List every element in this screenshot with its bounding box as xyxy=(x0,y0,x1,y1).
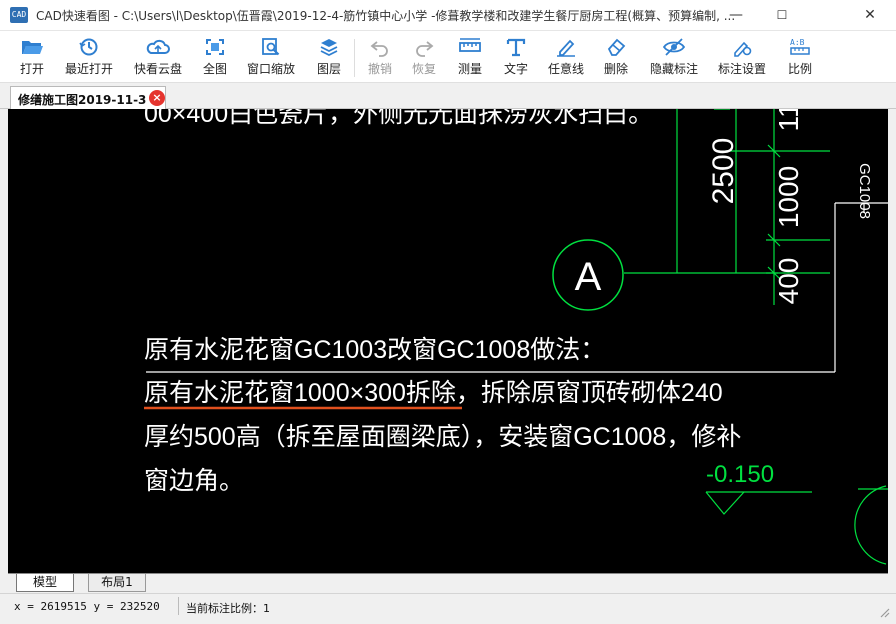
toolbar-label: 打开 xyxy=(19,62,44,76)
redo-icon xyxy=(416,41,434,57)
annotation-scale-status: 当前标注比例：1 xyxy=(186,602,270,615)
fit-view-button[interactable]: 全图 xyxy=(196,33,234,81)
toolbar-label: 快看云盘 xyxy=(133,62,182,76)
layers-icon xyxy=(320,39,338,57)
measure-button[interactable]: 测量 xyxy=(452,33,488,81)
toolbar-label: 删除 xyxy=(603,62,628,76)
window-title: CAD快速看图 - C:\Users\l\Desktop\伍晋霞\2019-12… xyxy=(36,9,736,23)
toolbar-label: 撤销 xyxy=(367,62,392,76)
window-tag-label: GC1008 xyxy=(856,163,873,219)
redo-button[interactable]: 恢复 xyxy=(406,33,442,81)
toolbar-label: 任意线 xyxy=(547,62,584,76)
folder-open-icon xyxy=(22,41,43,54)
close-tab-icon[interactable]: × xyxy=(149,90,165,106)
toolbar-label: 最近打开 xyxy=(64,62,113,76)
toolbar-label: 测量 xyxy=(457,62,482,76)
toolbar-label: 隐藏标注 xyxy=(649,62,698,76)
maximize-button[interactable]: ☐ xyxy=(759,0,805,31)
toolbar-label: 窗口缩放 xyxy=(246,62,295,76)
status-separator xyxy=(178,597,179,615)
document-tab-bar: 修缮施工图2019-11-3 × xyxy=(0,83,896,109)
undo-button[interactable]: 撤销 xyxy=(362,33,398,81)
annotation-settings-button[interactable]: 标注设置 xyxy=(714,33,770,81)
axis-label-a: A xyxy=(575,255,602,299)
tab-model[interactable]: 模型 xyxy=(16,574,74,592)
top-note-text: 00×400白色瓷片，外侧光光面抹涝灰水扫白。 xyxy=(144,109,653,128)
note-line-3: 厚约500高（拆至屋面圈梁底），安装窗GC1008，修补 xyxy=(144,423,741,451)
dimension-2500: 2500 xyxy=(707,138,740,205)
document-tab-label: 修缮施工图2019-11-3 xyxy=(18,93,147,107)
toolbar-label: 文字 xyxy=(503,62,528,76)
toolbar-label: 标注设置 xyxy=(717,62,766,76)
text-icon xyxy=(506,38,526,57)
close-window-button[interactable]: ✕ xyxy=(847,0,893,31)
toolbar-label: 图层 xyxy=(316,62,341,76)
zoom-window-icon xyxy=(262,38,280,56)
tab-layout1[interactable]: 布局1 xyxy=(88,574,146,592)
resize-grip-icon[interactable] xyxy=(878,606,890,618)
text-button[interactable]: 文字 xyxy=(498,33,534,81)
cursor-coordinates: x = 2619515 y = 232520 xyxy=(14,600,160,613)
title-bar: CAD CAD快速看图 - C:\Users\l\Desktop\伍晋霞\201… xyxy=(0,0,896,31)
toolbar-label: 全图 xyxy=(202,62,227,76)
toolbar: 学 打开 最近打开 快看云盘 全图 窗口缩放 图层 撤销 恢复 测量 文字 xyxy=(0,31,896,106)
freeline-button[interactable]: 任意线 xyxy=(544,33,588,81)
svg-text:A:B: A:B xyxy=(790,38,805,47)
cloud-disk-button[interactable]: 快看云盘 xyxy=(130,33,186,81)
hide-annotation-button[interactable]: 隐藏标注 xyxy=(646,33,702,81)
toolbar-label: 比例 xyxy=(787,62,812,76)
right-scrollbar[interactable] xyxy=(888,109,896,593)
status-bar: x = 2619515 y = 232520 当前标注比例：1 xyxy=(0,593,896,624)
note-line-2: 原有水泥花窗1000×300拆除，拆除原窗顶砖砌体240 xyxy=(144,379,723,407)
elevation-label: -0.150 xyxy=(706,461,774,488)
note-line-1: 原有水泥花窗GC1003改窗GC1008做法： xyxy=(144,336,605,364)
recent-clock-icon xyxy=(79,38,98,56)
undo-icon xyxy=(370,41,388,57)
dimension-400: 400 xyxy=(773,258,804,305)
layers-button[interactable]: 图层 xyxy=(310,33,348,81)
toolbar-label: 恢复 xyxy=(411,62,436,76)
minimize-button[interactable]: — xyxy=(713,0,759,31)
pen-icon xyxy=(557,39,575,57)
scale-ratio-icon: A:B xyxy=(790,38,810,55)
app-logo-icon: CAD xyxy=(10,7,28,23)
note-line-4: 窗边角。 xyxy=(144,467,244,495)
cad-drawing[interactable]: 00×400白色瓷片，外侧光光面抹涝灰水扫白。 原有水泥花窗GC1003改窗GC… xyxy=(8,109,888,573)
recent-open-button[interactable]: 最近打开 xyxy=(60,33,118,81)
dimension-1000: 1000 xyxy=(773,166,804,228)
layout-tab-bar: 模型 布局1 xyxy=(8,573,888,593)
eraser-icon xyxy=(607,38,626,56)
drawing-canvas[interactable]: 00×400白色瓷片，外侧光光面抹涝灰水扫白。 原有水泥花窗GC1003改窗GC… xyxy=(8,109,888,573)
left-gutter xyxy=(0,109,8,593)
cloud-icon xyxy=(146,39,170,54)
scale-button[interactable]: A:B 比例 xyxy=(782,33,818,81)
document-tab[interactable]: 修缮施工图2019-11-3 × xyxy=(10,86,166,109)
toolbar-separator xyxy=(354,39,355,77)
fit-view-icon xyxy=(206,39,224,55)
annotation-settings-icon xyxy=(734,41,752,57)
open-button[interactable]: 打开 xyxy=(12,33,52,81)
hide-eye-icon xyxy=(662,38,686,56)
measure-icon xyxy=(459,38,481,52)
window-zoom-button[interactable]: 窗口缩放 xyxy=(244,33,298,81)
delete-button[interactable]: 删除 xyxy=(598,33,634,81)
dimension-11: 11 xyxy=(773,109,804,132)
